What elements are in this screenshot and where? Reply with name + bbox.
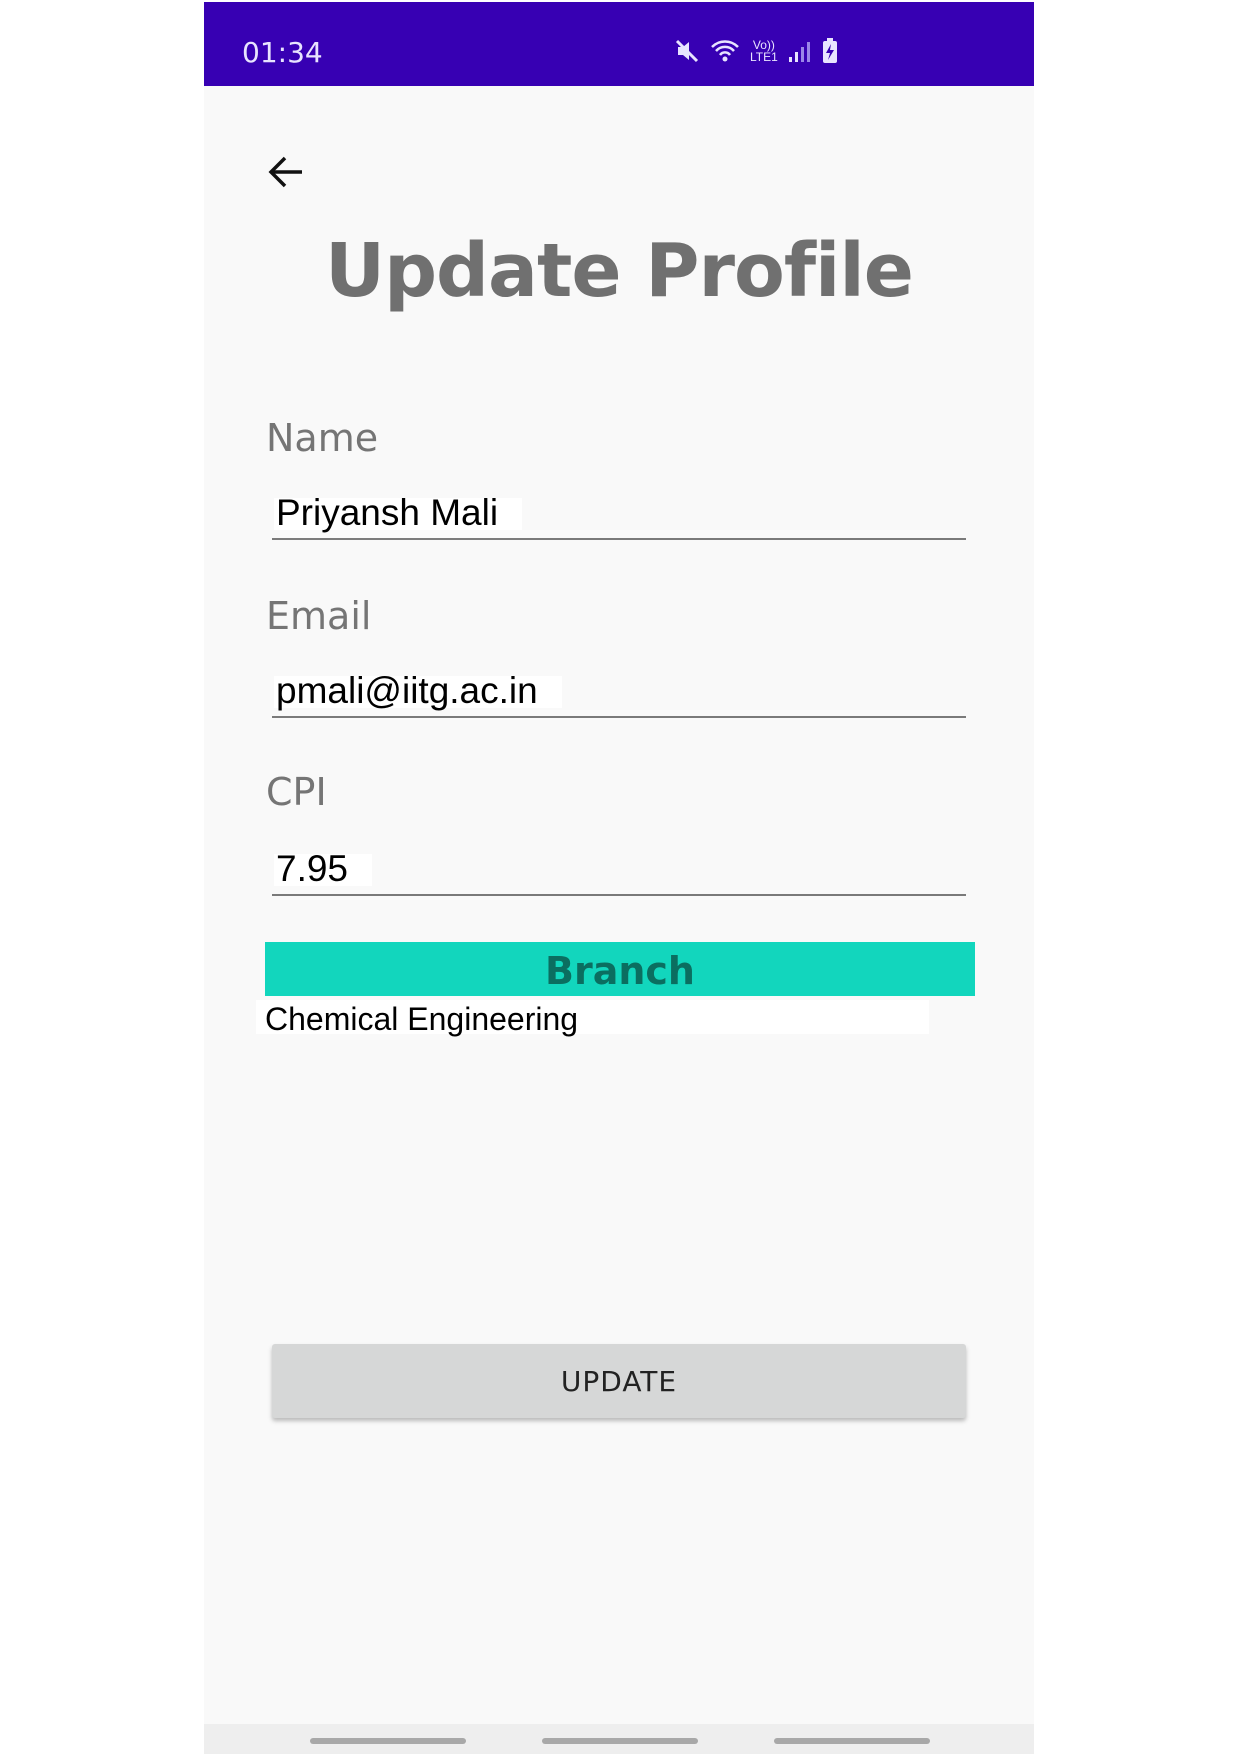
navigation-bar: [204, 1724, 1034, 1754]
branch-spinner[interactable]: Chemical Engineering: [256, 1000, 929, 1037]
name-label: Name: [266, 416, 379, 460]
app-screen: 01:34 Vo)) LTE1 Update Profile Name Priy…: [204, 2, 1034, 1754]
update-button[interactable]: UPDATE: [272, 1344, 966, 1418]
email-field[interactable]: pmali@iitg.ac.in: [272, 664, 966, 718]
cpi-field[interactable]: 7.95: [272, 842, 966, 896]
mute-icon: [674, 38, 700, 64]
cpi-value: 7.95: [274, 850, 373, 887]
email-label: Email: [266, 594, 372, 638]
name-field[interactable]: Priyansh Mali: [272, 486, 966, 540]
lte-indicator: Vo)) LTE1: [750, 38, 778, 64]
nav-recents-handle[interactable]: [310, 1738, 466, 1744]
arrow-back-icon: [266, 152, 306, 196]
cpi-label: CPI: [266, 770, 327, 814]
wifi-icon: [710, 38, 740, 64]
status-time: 01:34: [242, 36, 323, 69]
signal-icon: [788, 39, 812, 63]
nav-back-handle[interactable]: [774, 1738, 930, 1744]
name-value: Priyansh Mali: [274, 494, 523, 531]
page-title: Update Profile: [325, 228, 914, 314]
battery-charging-icon: [822, 38, 838, 64]
status-bar: 01:34 Vo)) LTE1: [204, 2, 1034, 86]
branch-header: Branch: [265, 942, 975, 996]
back-button[interactable]: [264, 152, 308, 196]
status-icons: Vo)) LTE1: [674, 38, 838, 64]
email-value: pmali@iitg.ac.in: [274, 672, 562, 709]
nav-home-handle[interactable]: [542, 1738, 698, 1744]
